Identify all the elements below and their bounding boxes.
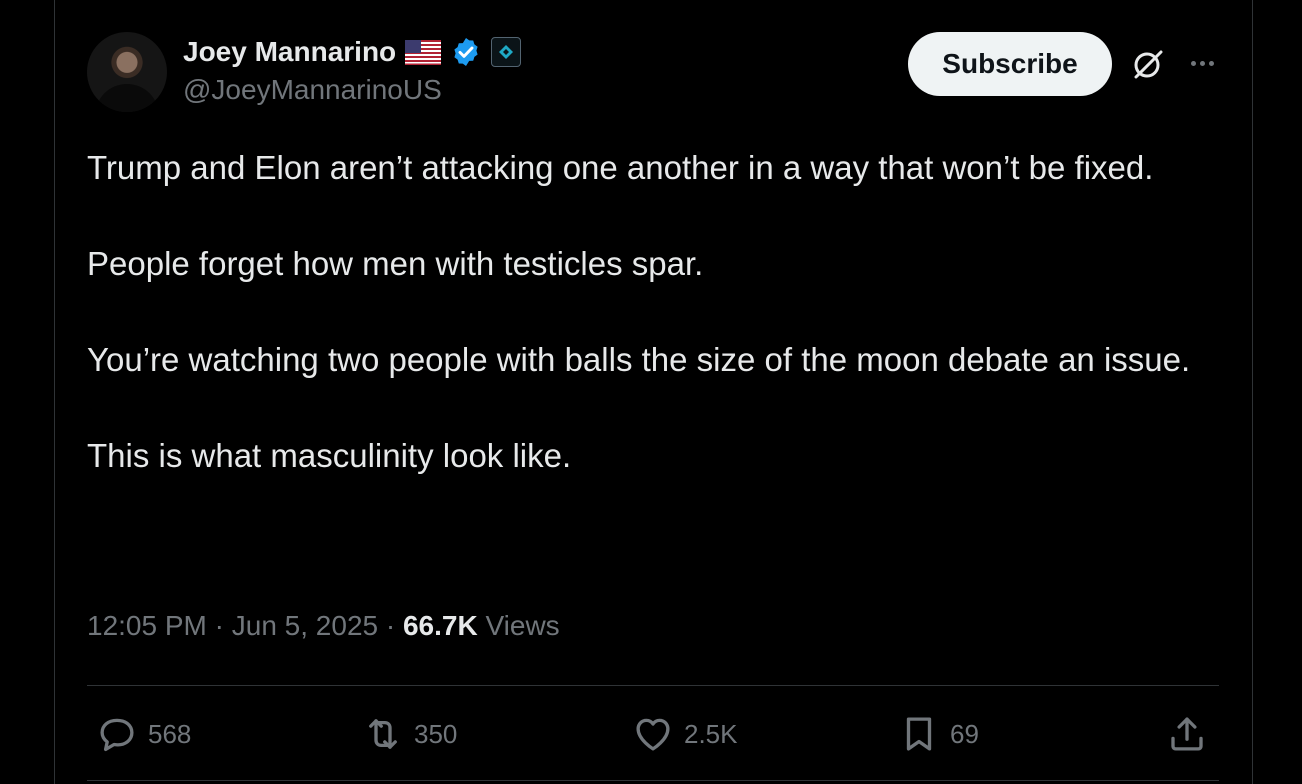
repost-button[interactable]: 350 <box>362 710 457 758</box>
meta-separator: · <box>385 610 396 641</box>
tweet-text: Trump and Elon aren’t attacking one anot… <box>87 144 1207 480</box>
meta-separator: · <box>214 610 224 641</box>
subscribe-button[interactable]: Subscribe <box>908 32 1112 96</box>
share-icon <box>1171 717 1203 751</box>
bookmark-icon <box>906 717 932 751</box>
views-label: Views <box>485 610 560 641</box>
divider <box>87 780 1219 781</box>
repost-icon <box>369 719 397 749</box>
tweet-paragraph: Trump and Elon aren’t attacking one anot… <box>87 149 1154 186</box>
affiliate-badge-icon[interactable] <box>491 37 522 67</box>
bookmark-count: 69 <box>950 718 979 749</box>
like-button[interactable]: 2.5K <box>632 710 738 758</box>
avatar[interactable] <box>87 32 167 112</box>
tweet-meta: 12:05 PM · Jun 5, 2025 · 66.7K Views <box>87 610 560 642</box>
tweet-time[interactable]: 12:05 PM <box>87 610 207 641</box>
like-icon <box>636 718 670 751</box>
more-icon[interactable] <box>1182 48 1222 78</box>
author-name[interactable]: Joey Mannarino <box>183 36 396 68</box>
divider <box>87 685 1219 686</box>
author-handle[interactable]: @JoeyMannarinoUS <box>183 74 442 106</box>
tweet-paragraph: You’re watching two people with balls th… <box>87 341 1191 378</box>
reply-icon <box>100 718 134 752</box>
reply-button[interactable]: 568 <box>96 710 191 758</box>
tweet-paragraph: People forget how men with testicles spa… <box>87 245 704 282</box>
tweet-paragraph: This is what masculinity look like. <box>87 437 572 474</box>
verified-badge-icon[interactable] <box>450 36 482 68</box>
tweet-date[interactable]: Jun 5, 2025 <box>232 610 378 641</box>
repost-count: 350 <box>414 718 458 749</box>
like-count: 2.5K <box>684 718 738 749</box>
share-button[interactable] <box>1166 710 1208 758</box>
us-flag-icon <box>405 39 442 65</box>
author-name-row: Joey Mannarino <box>183 34 522 70</box>
reply-count: 568 <box>148 718 192 749</box>
bookmark-button[interactable]: 69 <box>898 710 979 758</box>
grok-icon[interactable] <box>1128 44 1168 84</box>
views-count[interactable]: 66.7K <box>403 610 478 641</box>
